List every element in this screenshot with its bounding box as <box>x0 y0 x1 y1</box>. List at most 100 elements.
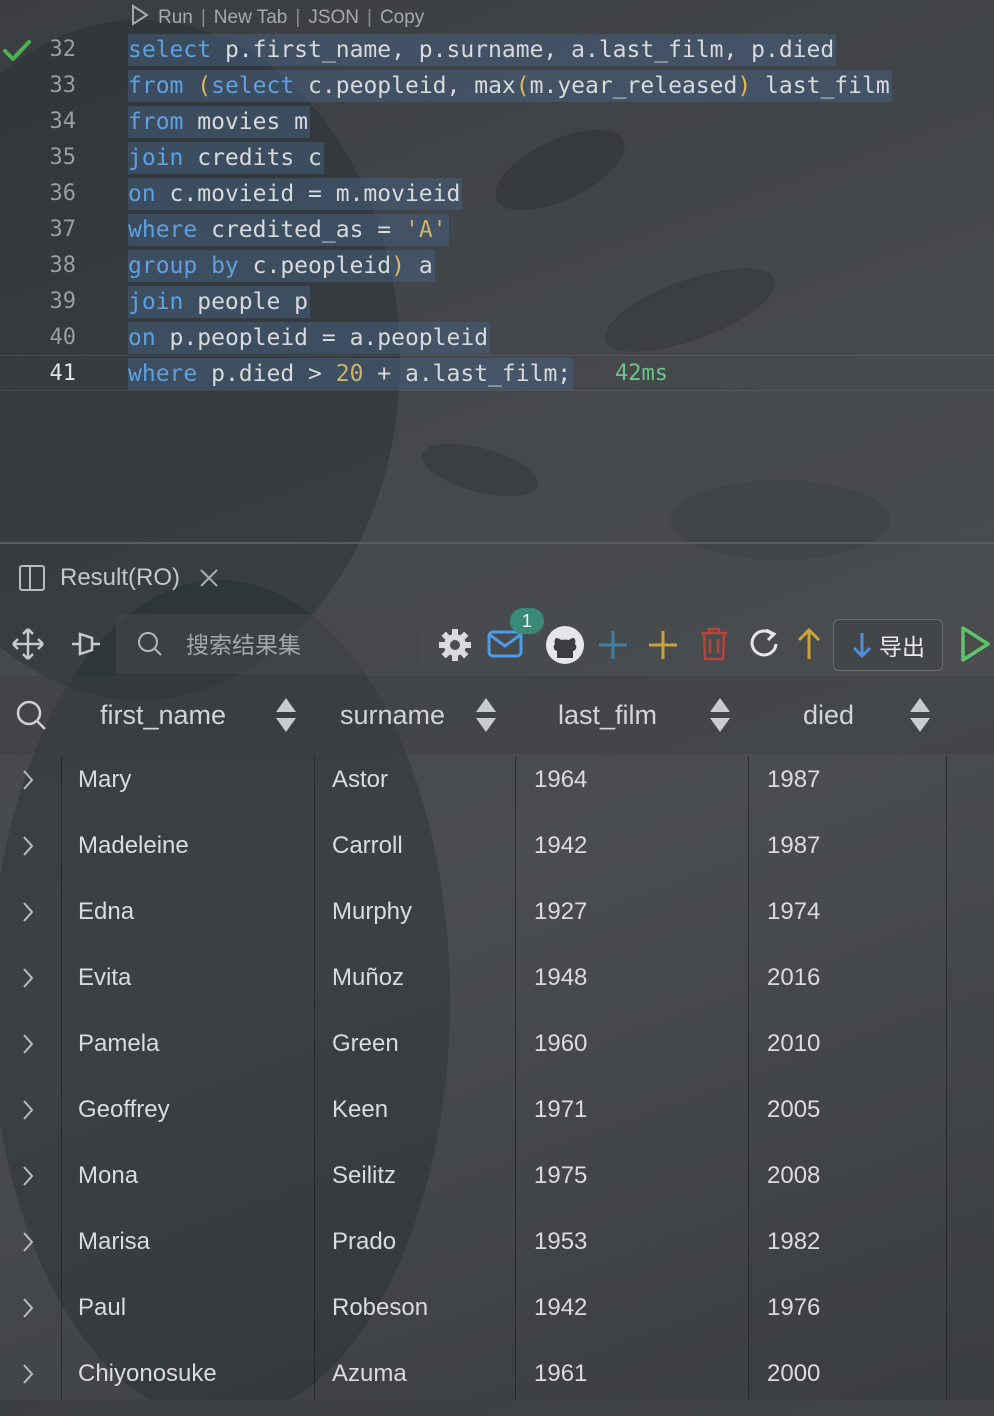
code-text[interactable]: on p.peopleid = a.peopleid <box>128 322 491 354</box>
code-text[interactable]: on c.movieid = m.movieid <box>128 178 463 210</box>
table-cell-surname[interactable]: Astor <box>332 756 388 822</box>
code-line[interactable]: 33 from (select c.peopleid, max(m.year_re… <box>0 68 994 104</box>
codelens-json[interactable]: JSON <box>308 7 359 29</box>
result-tab[interactable]: Result(RO) <box>0 548 994 608</box>
table-row[interactable]: Marisa Prado 1953 1982 <box>0 1218 994 1284</box>
chevron-right-icon[interactable] <box>20 1296 36 1320</box>
table-cell-last-film[interactable]: 1961 <box>534 1350 587 1416</box>
table-cell-surname[interactable]: Robeson <box>332 1284 428 1350</box>
table-cell-died[interactable]: 1987 <box>767 822 820 888</box>
chevron-right-icon[interactable] <box>20 1032 36 1056</box>
table-cell-surname[interactable]: Murphy <box>332 888 412 954</box>
table-row[interactable]: Evita Muñoz 1948 2016 <box>0 954 994 1020</box>
chevron-right-icon[interactable] <box>20 900 36 924</box>
table-cell-first-name[interactable]: Madeleine <box>78 822 189 888</box>
codelens-new-tab[interactable]: New Tab <box>214 7 288 29</box>
export-button[interactable]: 导出 <box>833 619 943 671</box>
sort-icon[interactable] <box>474 696 498 734</box>
chevron-right-icon[interactable] <box>20 1362 36 1386</box>
table-row[interactable]: Geoffrey Keen 1971 2005 <box>0 1086 994 1152</box>
column-header-died[interactable]: died <box>803 676 854 754</box>
arrow-up-icon[interactable] <box>794 626 824 662</box>
search-input[interactable] <box>184 628 408 662</box>
table-cell-surname[interactable]: Muñoz <box>332 954 404 1020</box>
table-row[interactable]: Edna Murphy 1927 1974 <box>0 888 994 954</box>
table-row[interactable]: Mona Seilitz 1975 2008 <box>0 1152 994 1218</box>
result-tab-label[interactable]: Result(RO) <box>60 564 180 592</box>
code-line[interactable]: 35 join credits c <box>0 140 994 176</box>
table-cell-died[interactable]: 1987 <box>767 756 820 822</box>
code-text[interactable]: join credits c <box>128 142 324 174</box>
pin-icon[interactable] <box>68 628 104 660</box>
table-cell-last-film[interactable]: 1942 <box>534 1284 587 1350</box>
table-cell-last-film[interactable]: 1964 <box>534 756 587 822</box>
sort-icon[interactable] <box>274 696 298 734</box>
sql-editor[interactable]: Run | New Tab | JSON | Copy 32 select p.f… <box>0 0 994 540</box>
add-icon[interactable] <box>646 628 680 662</box>
table-cell-died[interactable]: 2000 <box>767 1350 820 1416</box>
column-header-surname[interactable]: surname <box>340 676 445 754</box>
gear-icon[interactable] <box>436 626 474 664</box>
code-line[interactable]: 40 on p.peopleid = a.peopleid <box>0 320 994 356</box>
column-search-icon[interactable] <box>14 698 48 737</box>
code-text[interactable]: from (select c.peopleid, max(m.year_rele… <box>128 70 892 102</box>
table-cell-died[interactable]: 1982 <box>767 1218 820 1284</box>
table-cell-last-film[interactable]: 1948 <box>534 954 587 1020</box>
table-cell-died[interactable]: 2016 <box>767 954 820 1020</box>
table-cell-surname[interactable]: Keen <box>332 1086 388 1152</box>
chevron-right-icon[interactable] <box>20 768 36 792</box>
column-header-first-name[interactable]: first_name <box>100 676 226 754</box>
table-cell-last-film[interactable]: 1960 <box>534 1020 587 1086</box>
table-cell-surname[interactable]: Seilitz <box>332 1152 396 1218</box>
code-text[interactable]: where credited_as = 'A' <box>128 214 449 246</box>
table-row[interactable]: Chiyonosuke Azuma 1961 2000 <box>0 1350 994 1416</box>
code-line[interactable]: 41 where p.died > 20 + a.last_film; 42ms <box>0 356 994 392</box>
code-text[interactable]: join people p <box>128 286 311 318</box>
code-line[interactable]: 34 from movies m <box>0 104 994 140</box>
table-cell-first-name[interactable]: Chiyonosuke <box>78 1350 217 1416</box>
column-header-last-film[interactable]: last_film <box>558 676 657 754</box>
chevron-right-icon[interactable] <box>20 966 36 990</box>
table-row[interactable]: Madeleine Carroll 1942 1987 <box>0 822 994 888</box>
code-text[interactable]: select p.first_name, p.surname, a.last_f… <box>128 34 837 66</box>
code-text[interactable]: where p.died > 20 + a.last_film; <box>128 358 574 390</box>
panel-layout-icon[interactable] <box>18 564 46 592</box>
table-cell-last-film[interactable]: 1975 <box>534 1152 587 1218</box>
table-cell-died[interactable]: 2008 <box>767 1152 820 1218</box>
table-cell-last-film[interactable]: 1953 <box>534 1218 587 1284</box>
chevron-right-icon[interactable] <box>20 1164 36 1188</box>
code-text[interactable]: group by c.peopleid) a <box>128 250 435 282</box>
github-icon[interactable] <box>544 624 586 666</box>
close-icon[interactable] <box>198 567 220 589</box>
code-line[interactable]: 37 where credited_as = 'A' <box>0 212 994 248</box>
table-cell-first-name[interactable]: Paul <box>78 1284 126 1350</box>
chevron-right-icon[interactable] <box>20 1098 36 1122</box>
sort-icon[interactable] <box>708 696 732 734</box>
table-row[interactable]: Paul Robeson 1942 1976 <box>0 1284 994 1350</box>
execute-icon[interactable] <box>958 624 992 664</box>
table-cell-died[interactable]: 1976 <box>767 1284 820 1350</box>
table-cell-first-name[interactable]: Mona <box>78 1152 138 1218</box>
sort-icon[interactable] <box>908 696 932 734</box>
chevron-right-icon[interactable] <box>20 1230 36 1254</box>
table-cell-first-name[interactable]: Geoffrey <box>78 1086 170 1152</box>
table-cell-last-film[interactable]: 1942 <box>534 822 587 888</box>
codelens-run[interactable]: Run <box>158 7 193 29</box>
table-cell-first-name[interactable]: Pamela <box>78 1020 159 1086</box>
code-line[interactable]: 39 join people p <box>0 284 994 320</box>
chevron-right-icon[interactable] <box>20 834 36 858</box>
run-triangle-icon[interactable] <box>130 4 150 32</box>
table-cell-first-name[interactable]: Evita <box>78 954 131 1020</box>
code-line[interactable]: 32 select p.first_name, p.surname, a.last… <box>0 32 994 68</box>
table-cell-first-name[interactable]: Edna <box>78 888 134 954</box>
move-icon[interactable] <box>10 626 46 662</box>
table-row[interactable]: Mary Astor 1964 1987 <box>0 756 994 822</box>
table-cell-surname[interactable]: Prado <box>332 1218 396 1284</box>
table-cell-first-name[interactable]: Mary <box>78 756 131 822</box>
table-cell-first-name[interactable]: Marisa <box>78 1218 150 1284</box>
table-cell-last-film[interactable]: 1927 <box>534 888 587 954</box>
code-text[interactable]: from movies m <box>128 106 311 138</box>
panel-divider[interactable] <box>0 542 994 544</box>
code-line[interactable]: 38 group by c.peopleid) a <box>0 248 994 284</box>
refresh-icon[interactable] <box>746 626 782 662</box>
